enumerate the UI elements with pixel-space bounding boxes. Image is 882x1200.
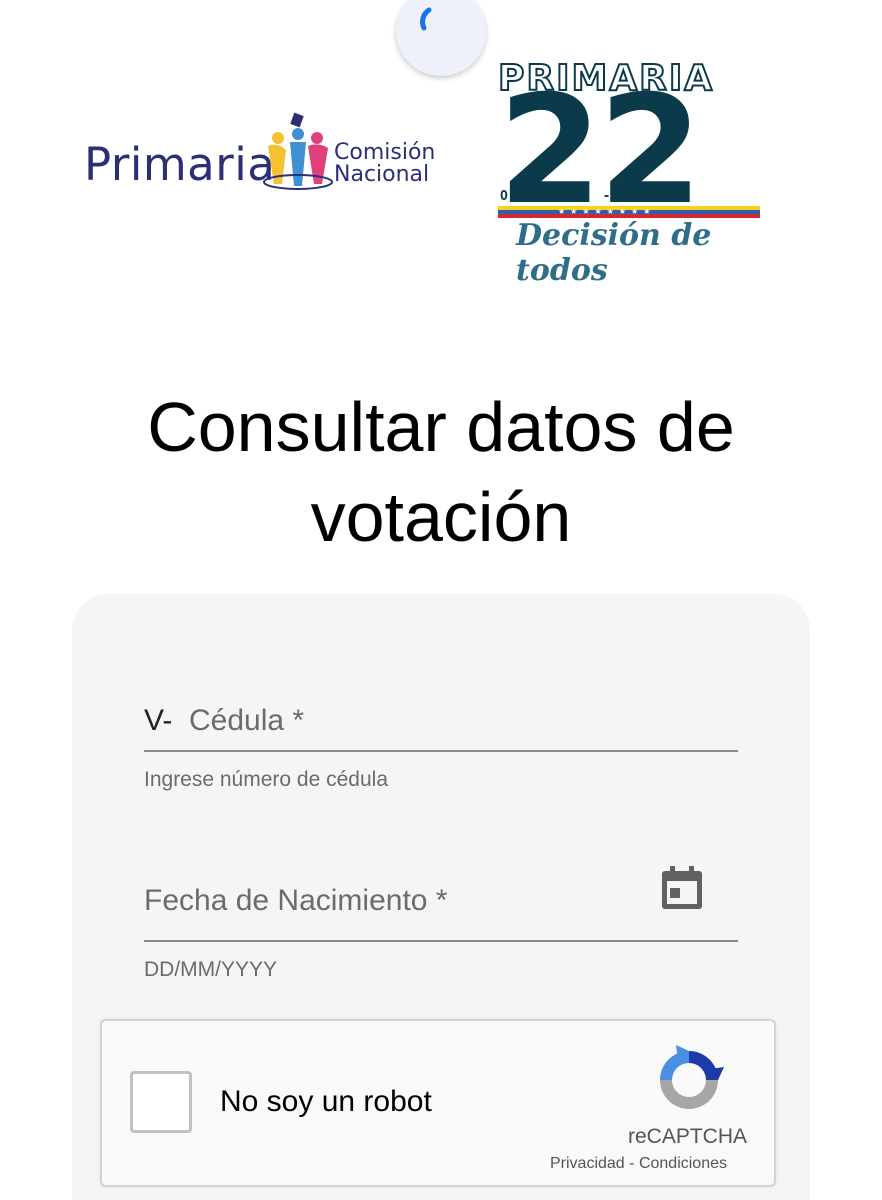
fecha-hint: DD/MM/YYYY xyxy=(144,958,278,981)
recaptcha-icon xyxy=(660,1045,724,1109)
logo-sub-line2: Nacional xyxy=(334,162,430,187)
fecha-underline xyxy=(144,940,738,942)
recaptcha-widget: No soy un robot reCAPTCHA Privacidad - C… xyxy=(100,1019,776,1187)
cedula-label: Cédula * xyxy=(189,704,305,737)
page: Primaria Comisión Nacional PRIMARIA 22 O… xyxy=(0,0,882,1200)
logo-word: Primaria xyxy=(84,138,276,191)
terms-link[interactable]: Condiciones xyxy=(639,1155,727,1172)
refresh-spinner xyxy=(396,0,486,76)
recaptcha-links: Privacidad - Condiciones xyxy=(550,1155,727,1173)
recaptcha-brand: reCAPTCHA xyxy=(628,1125,748,1148)
calendar-icon[interactable] xyxy=(660,864,704,912)
cedula-underline xyxy=(144,750,738,752)
primaria-22-logo: PRIMARIA 22 OCTUBRE - 2023 ★★★★★★★★ Deci… xyxy=(496,57,762,288)
primaria-comision-logo: Primaria Comisión Nacional xyxy=(84,112,435,202)
logo-slogan: Decisión de todos xyxy=(516,218,712,288)
logo-date: OCTUBRE - 2023 xyxy=(500,189,680,204)
recaptcha-label: No soy un robot xyxy=(220,1085,432,1118)
links-separator: - xyxy=(629,1155,635,1172)
page-title-line2: votación xyxy=(310,478,572,556)
fecha-label: Fecha de Nacimiento * xyxy=(144,884,448,917)
cedula-prefix: V- xyxy=(144,704,173,737)
page-title: Consultar datos de votación xyxy=(0,382,882,562)
spinner-icon xyxy=(420,7,432,31)
cedula-field[interactable]: V- Cédula * Ingrese número de cédula xyxy=(144,694,738,814)
recaptcha-checkbox[interactable] xyxy=(130,1071,192,1133)
flag-stars: ★★★★★★★★ xyxy=(558,207,656,216)
logo-subtitle: Comisión Nacional xyxy=(334,142,435,186)
people-icon xyxy=(263,112,333,190)
fecha-nacimiento-field[interactable]: Fecha de Nacimiento * DD/MM/YYYY xyxy=(144,864,738,994)
page-title-line1: Consultar datos de xyxy=(147,388,735,466)
logo-sub-line1: Comisión xyxy=(334,140,436,165)
privacy-link[interactable]: Privacidad xyxy=(550,1155,625,1172)
cedula-hint: Ingrese número de cédula xyxy=(144,768,388,791)
